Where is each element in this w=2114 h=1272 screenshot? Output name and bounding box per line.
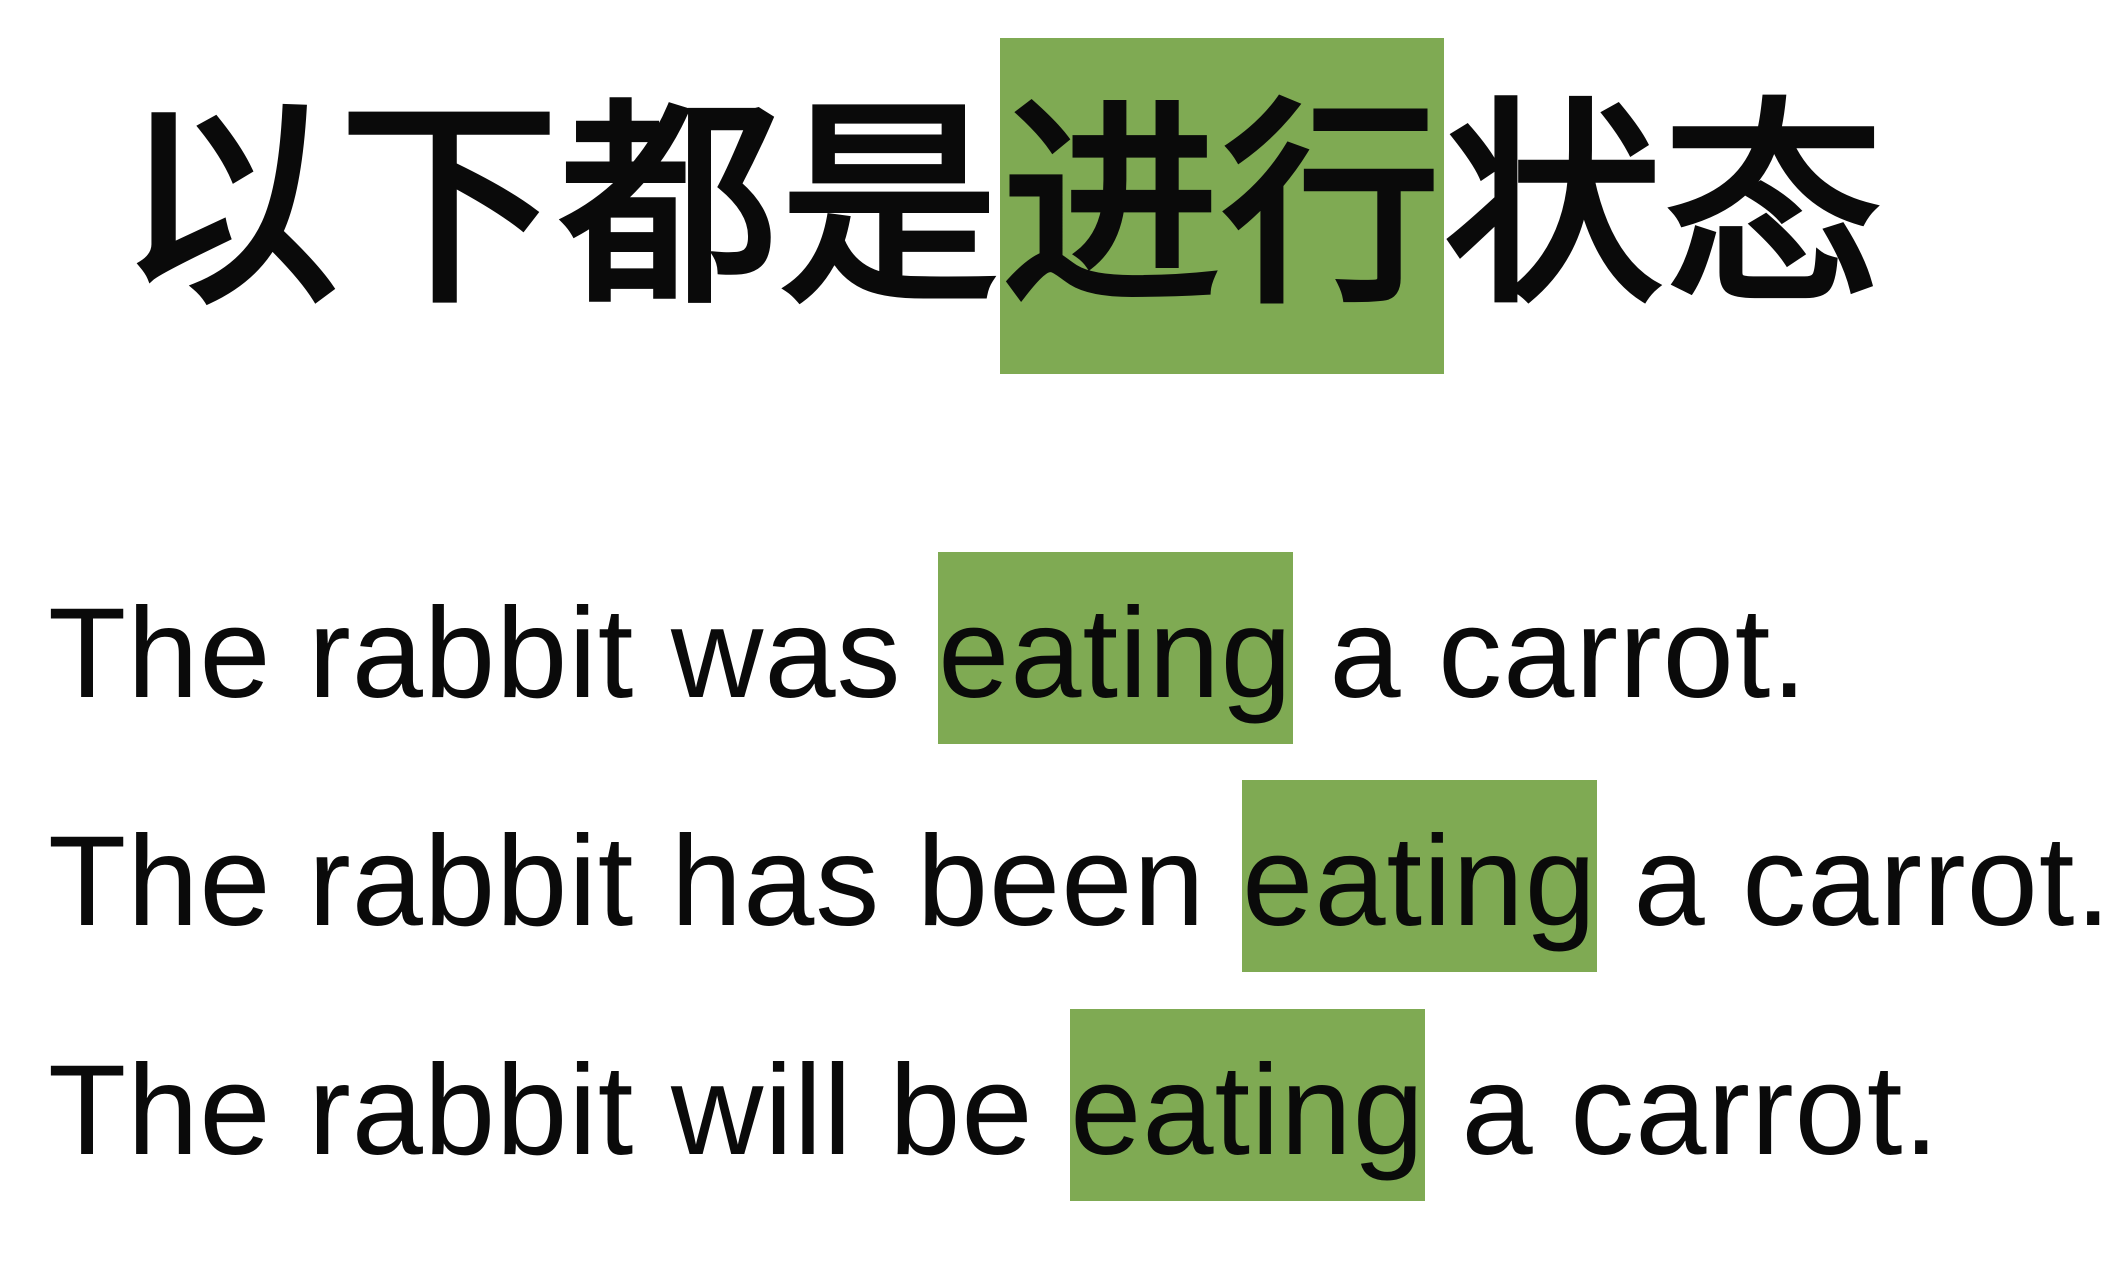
sentence-text-before: The rabbit will be [48, 1039, 1071, 1182]
sentence-text-after: a carrot. [1424, 1039, 1940, 1182]
slide-title: 以下都是 进行 状态 [120, 38, 1884, 374]
sentence-text-after: a carrot. [1292, 582, 1808, 725]
highlighted-word: eating [1070, 1009, 1425, 1201]
sentence-text-before: The rabbit was [48, 582, 939, 725]
highlighted-word: eating [1242, 780, 1597, 972]
title-text-before: 以下都是 [120, 78, 1000, 334]
example-sentence-1: The rabbit was eating a carrot. [48, 552, 1808, 744]
slide: 以下都是 进行 状态 The rabbit was eating a carrot.… [0, 0, 2114, 1272]
title-highlight: 进行 [1000, 38, 1444, 374]
sentence-text-before: The rabbit has been [48, 810, 1243, 953]
title-text-after: 状态 [1444, 78, 1884, 334]
example-sentence-2: The rabbit has been eating a carrot. [48, 780, 2112, 972]
highlighted-word: eating [938, 552, 1293, 744]
sentence-text-after: a carrot. [1596, 810, 2112, 953]
example-sentence-3: The rabbit will be eating a carrot. [48, 1009, 1940, 1201]
